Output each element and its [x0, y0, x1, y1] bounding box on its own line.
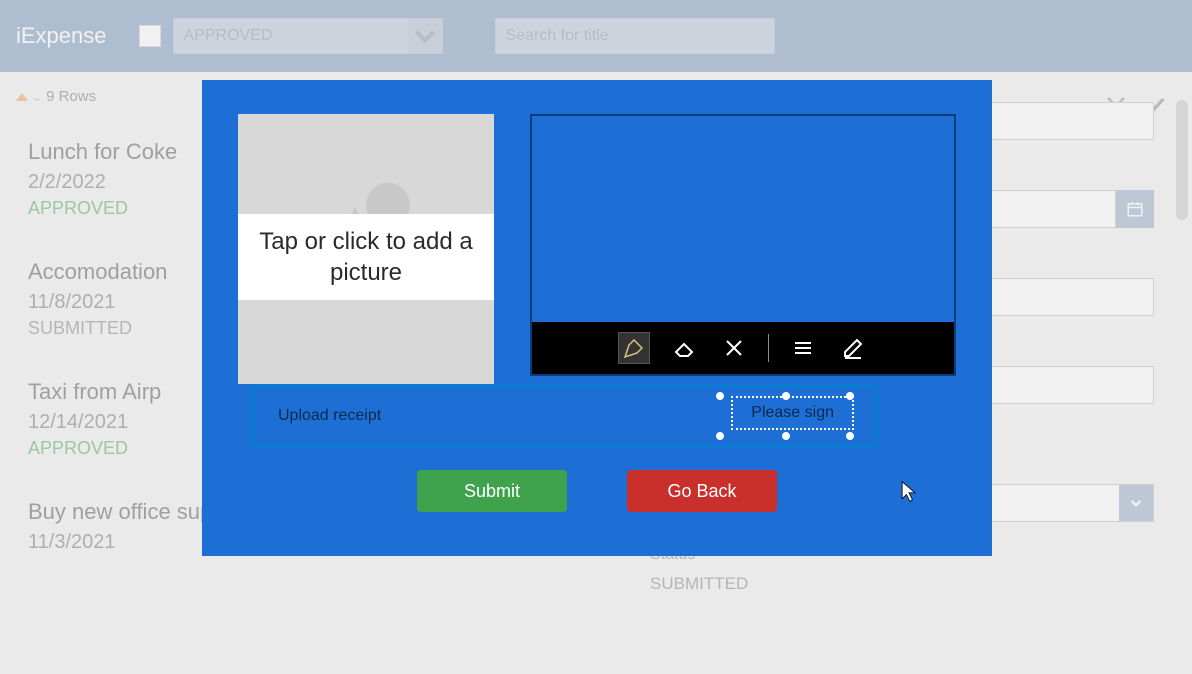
scrollbar[interactable] [1176, 100, 1188, 220]
app-header: iExpense APPROVED Search for title [0, 0, 1192, 72]
selection-handle[interactable] [716, 432, 724, 440]
chevron-down-icon [408, 19, 442, 53]
sign-label-selected[interactable]: Please sign [731, 396, 854, 430]
signature-toolbar [532, 322, 954, 374]
search-input[interactable]: Search for title [495, 18, 775, 54]
modal-buttons: Submit Go Back [238, 470, 956, 512]
go-back-button-label: Go Back [667, 481, 736, 502]
selection-handle[interactable] [716, 392, 724, 400]
upload-prompt: Tap or click to add a picture [252, 226, 480, 288]
submit-button[interactable]: Submit [417, 470, 567, 512]
sign-label: Please sign [751, 404, 834, 421]
upload-sign-modal: Tap or click to add a picture [202, 80, 992, 556]
selection-handle[interactable] [782, 392, 790, 400]
eraser-tool-icon[interactable] [668, 332, 700, 364]
status-value: SUBMITTED [650, 574, 1154, 594]
chevron-down-icon: ⌄ [32, 90, 42, 104]
calendar-icon[interactable] [1116, 190, 1154, 228]
search-placeholder: Search for title [506, 27, 609, 45]
warning-icon [16, 93, 28, 101]
chevron-down-icon [1119, 485, 1153, 521]
labels-row: Upload receipt Please sign [250, 384, 878, 448]
signature-box[interactable] [530, 114, 956, 376]
submit-button-label: Submit [464, 481, 520, 502]
go-back-button[interactable]: Go Back [627, 470, 777, 512]
selection-handle[interactable] [782, 432, 790, 440]
clear-icon[interactable] [718, 332, 750, 364]
filter-checkbox[interactable] [139, 25, 161, 47]
edit-icon[interactable] [837, 332, 869, 364]
receipt-upload-box[interactable]: Tap or click to add a picture [238, 114, 494, 384]
rows-count-label: 9 Rows [46, 88, 96, 105]
app-title: iExpense [16, 23, 107, 49]
upload-label: Upload receipt [278, 407, 381, 425]
filter-select[interactable]: APPROVED [173, 18, 443, 54]
selection-handle[interactable] [846, 392, 854, 400]
toolbar-separator [768, 334, 769, 362]
selection-handle[interactable] [846, 432, 854, 440]
filter-select-label: APPROVED [174, 27, 408, 45]
pen-tool-icon[interactable] [618, 332, 650, 364]
lines-icon[interactable] [787, 332, 819, 364]
